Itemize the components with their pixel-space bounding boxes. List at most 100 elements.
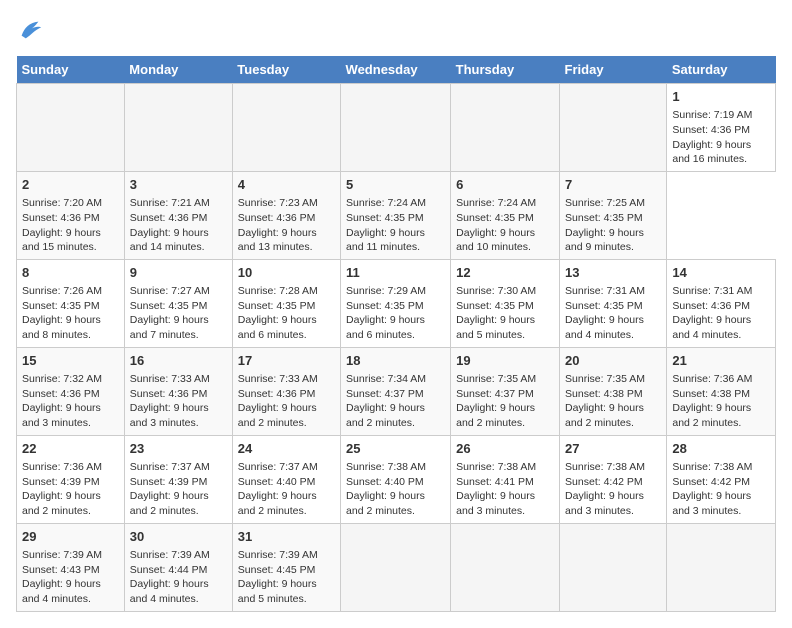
calendar-cell: 14 Sunrise: 7:31 AMSunset: 4:36 PMDayligh… — [667, 259, 776, 347]
week-row-1: 1 Sunrise: 7:19 AMSunset: 4:36 PMDaylight… — [17, 84, 776, 172]
calendar-cell — [232, 84, 340, 172]
day-info: Sunrise: 7:33 AMSunset: 4:36 PMDaylight:… — [238, 373, 318, 429]
calendar-cell: 2Sunrise: 7:20 AMSunset: 4:36 PMDaylight… — [17, 171, 125, 259]
day-number: 14 — [672, 264, 770, 282]
day-number: 22 — [22, 440, 119, 458]
day-info: Sunrise: 7:36 AMSunset: 4:39 PMDaylight:… — [22, 461, 102, 517]
calendar-cell: 20 Sunrise: 7:35 AMSunset: 4:38 PMDayligh… — [560, 347, 667, 435]
calendar-cell: 25 Sunrise: 7:38 AMSunset: 4:40 PMDayligh… — [341, 435, 451, 523]
header-row: SundayMondayTuesdayWednesdayThursdayFrid… — [17, 56, 776, 84]
day-number: 26 — [456, 440, 554, 458]
day-number: 7 — [565, 176, 661, 194]
day-number: 17 — [238, 352, 335, 370]
week-row-2: 2Sunrise: 7:20 AMSunset: 4:36 PMDaylight… — [17, 171, 776, 259]
day-info: Sunrise: 7:25 AMSunset: 4:35 PMDaylight:… — [565, 197, 645, 253]
calendar-cell: 5Sunrise: 7:24 AMSunset: 4:35 PMDaylight… — [341, 171, 451, 259]
calendar-cell — [667, 523, 776, 611]
day-info: Sunrise: 7:30 AMSunset: 4:35 PMDaylight:… — [456, 285, 536, 341]
day-number: 3 — [130, 176, 227, 194]
day-info: Sunrise: 7:35 AMSunset: 4:37 PMDaylight:… — [456, 373, 536, 429]
day-number: 21 — [672, 352, 770, 370]
calendar-table: SundayMondayTuesdayWednesdayThursdayFrid… — [16, 56, 776, 612]
day-info: Sunrise: 7:29 AMSunset: 4:35 PMDaylight:… — [346, 285, 426, 341]
day-info: Sunrise: 7:36 AMSunset: 4:38 PMDaylight:… — [672, 373, 752, 429]
calendar-cell: 21 Sunrise: 7:36 AMSunset: 4:38 PMDayligh… — [667, 347, 776, 435]
calendar-cell — [124, 84, 232, 172]
calendar-cell: 10 Sunrise: 7:28 AMSunset: 4:35 PMDayligh… — [232, 259, 340, 347]
calendar-cell: 11 Sunrise: 7:29 AMSunset: 4:35 PMDayligh… — [341, 259, 451, 347]
calendar-cell: 9Sunrise: 7:27 AMSunset: 4:35 PMDaylight… — [124, 259, 232, 347]
logo — [16, 16, 48, 44]
day-info: Sunrise: 7:38 AMSunset: 4:40 PMDaylight:… — [346, 461, 426, 517]
calendar-cell: 8Sunrise: 7:26 AMSunset: 4:35 PMDaylight… — [17, 259, 125, 347]
day-number: 10 — [238, 264, 335, 282]
day-number: 24 — [238, 440, 335, 458]
page-header — [16, 16, 776, 44]
day-number: 31 — [238, 528, 335, 546]
col-header-thursday: Thursday — [451, 56, 560, 84]
day-info: Sunrise: 7:38 AMSunset: 4:42 PMDaylight:… — [565, 461, 645, 517]
day-info: Sunrise: 7:38 AMSunset: 4:41 PMDaylight:… — [456, 461, 536, 517]
col-header-saturday: Saturday — [667, 56, 776, 84]
calendar-cell: 4Sunrise: 7:23 AMSunset: 4:36 PMDaylight… — [232, 171, 340, 259]
week-row-4: 15 Sunrise: 7:32 AMSunset: 4:36 PMDayligh… — [17, 347, 776, 435]
day-number: 11 — [346, 264, 445, 282]
day-number: 29 — [22, 528, 119, 546]
calendar-cell: 1 Sunrise: 7:19 AMSunset: 4:36 PMDaylight… — [667, 84, 776, 172]
calendar-cell — [17, 84, 125, 172]
day-info: Sunrise: 7:32 AMSunset: 4:36 PMDaylight:… — [22, 373, 102, 429]
calendar-cell: 13 Sunrise: 7:31 AMSunset: 4:35 PMDayligh… — [560, 259, 667, 347]
day-number: 27 — [565, 440, 661, 458]
day-info: Sunrise: 7:19 AMSunset: 4:36 PMDaylight:… — [672, 109, 752, 165]
day-info: Sunrise: 7:39 AMSunset: 4:45 PMDaylight:… — [238, 549, 318, 605]
week-row-6: 29 Sunrise: 7:39 AMSunset: 4:43 PMDayligh… — [17, 523, 776, 611]
week-row-3: 8Sunrise: 7:26 AMSunset: 4:35 PMDaylight… — [17, 259, 776, 347]
day-number: 30 — [130, 528, 227, 546]
day-info: Sunrise: 7:33 AMSunset: 4:36 PMDaylight:… — [130, 373, 210, 429]
calendar-cell — [560, 84, 667, 172]
calendar-cell: 6 Sunrise: 7:24 AMSunset: 4:35 PMDaylight… — [451, 171, 560, 259]
calendar-cell: 17 Sunrise: 7:33 AMSunset: 4:36 PMDayligh… — [232, 347, 340, 435]
day-number: 20 — [565, 352, 661, 370]
day-number: 13 — [565, 264, 661, 282]
day-number: 15 — [22, 352, 119, 370]
calendar-cell: 31 Sunrise: 7:39 AMSunset: 4:45 PMDayligh… — [232, 523, 340, 611]
calendar-cell — [560, 523, 667, 611]
day-info: Sunrise: 7:39 AMSunset: 4:43 PMDaylight:… — [22, 549, 102, 605]
day-info: Sunrise: 7:24 AMSunset: 4:35 PMDaylight:… — [456, 197, 536, 253]
calendar-cell: 12 Sunrise: 7:30 AMSunset: 4:35 PMDayligh… — [451, 259, 560, 347]
week-row-5: 22 Sunrise: 7:36 AMSunset: 4:39 PMDayligh… — [17, 435, 776, 523]
day-number: 12 — [456, 264, 554, 282]
col-header-friday: Friday — [560, 56, 667, 84]
day-info: Sunrise: 7:34 AMSunset: 4:37 PMDaylight:… — [346, 373, 426, 429]
day-info: Sunrise: 7:38 AMSunset: 4:42 PMDaylight:… — [672, 461, 752, 517]
day-info: Sunrise: 7:21 AMSunset: 4:36 PMDaylight:… — [130, 197, 210, 253]
day-info: Sunrise: 7:31 AMSunset: 4:36 PMDaylight:… — [672, 285, 752, 341]
day-number: 4 — [238, 176, 335, 194]
day-number: 16 — [130, 352, 227, 370]
calendar-cell: 3 Sunrise: 7:21 AMSunset: 4:36 PMDaylight… — [124, 171, 232, 259]
day-number: 25 — [346, 440, 445, 458]
calendar-cell: 22 Sunrise: 7:36 AMSunset: 4:39 PMDayligh… — [17, 435, 125, 523]
logo-bird-icon — [16, 16, 44, 44]
calendar-cell: 16 Sunrise: 7:33 AMSunset: 4:36 PMDayligh… — [124, 347, 232, 435]
day-number: 1 — [672, 88, 770, 106]
calendar-cell: 26 Sunrise: 7:38 AMSunset: 4:41 PMDayligh… — [451, 435, 560, 523]
day-info: Sunrise: 7:37 AMSunset: 4:39 PMDaylight:… — [130, 461, 210, 517]
col-header-sunday: Sunday — [17, 56, 125, 84]
calendar-cell: 18Sunrise: 7:34 AMSunset: 4:37 PMDayligh… — [341, 347, 451, 435]
day-number: 28 — [672, 440, 770, 458]
day-number: 6 — [456, 176, 554, 194]
calendar-cell: 19Sunrise: 7:35 AMSunset: 4:37 PMDayligh… — [451, 347, 560, 435]
day-info: Sunrise: 7:37 AMSunset: 4:40 PMDaylight:… — [238, 461, 318, 517]
calendar-cell: 27 Sunrise: 7:38 AMSunset: 4:42 PMDayligh… — [560, 435, 667, 523]
day-info: Sunrise: 7:28 AMSunset: 4:35 PMDaylight:… — [238, 285, 318, 341]
calendar-cell: 29 Sunrise: 7:39 AMSunset: 4:43 PMDayligh… — [17, 523, 125, 611]
day-number: 23 — [130, 440, 227, 458]
day-info: Sunrise: 7:35 AMSunset: 4:38 PMDaylight:… — [565, 373, 645, 429]
day-number: 2 — [22, 176, 119, 194]
day-info: Sunrise: 7:31 AMSunset: 4:35 PMDaylight:… — [565, 285, 645, 341]
calendar-cell: 30Sunrise: 7:39 AMSunset: 4:44 PMDayligh… — [124, 523, 232, 611]
day-info: Sunrise: 7:24 AMSunset: 4:35 PMDaylight:… — [346, 197, 426, 253]
day-number: 8 — [22, 264, 119, 282]
